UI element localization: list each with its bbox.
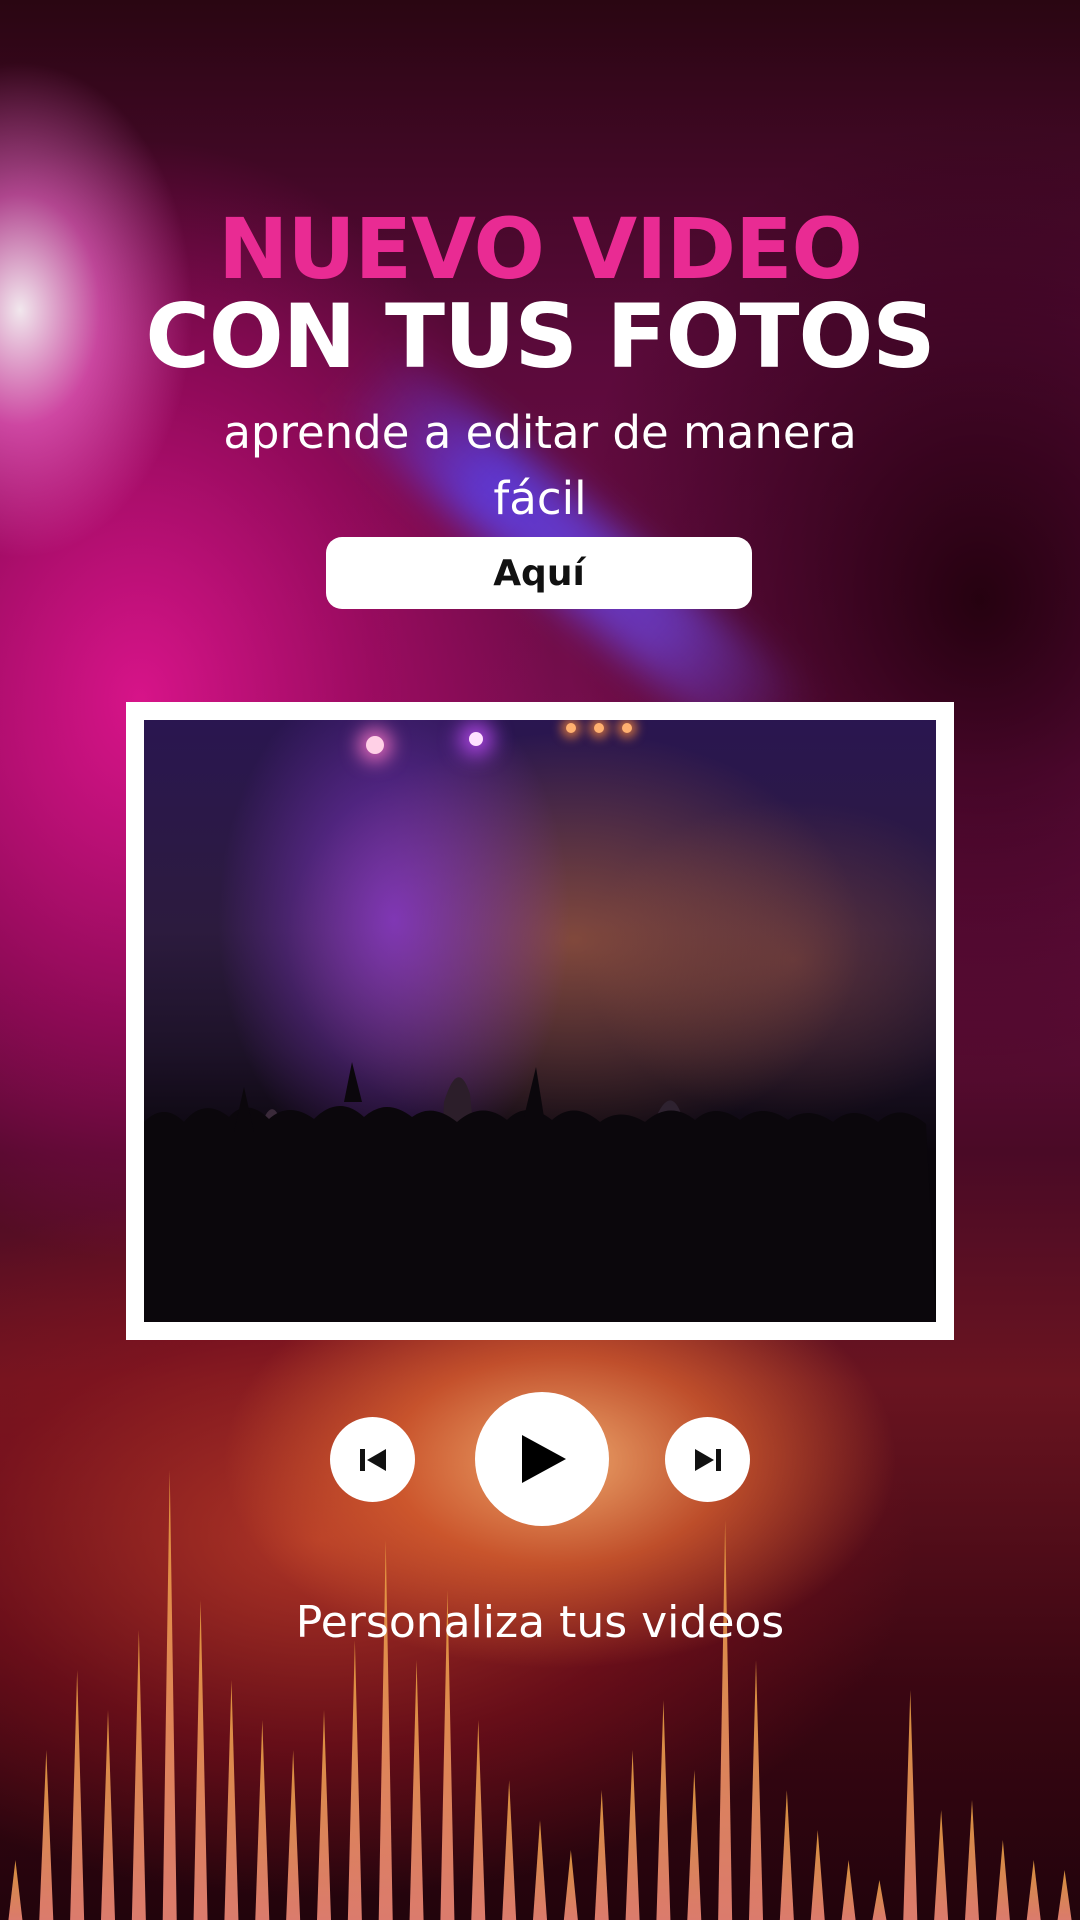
- waveform-spike: [471, 1720, 486, 1920]
- waveform-spike: [687, 1770, 702, 1920]
- waveform-spike: [718, 1520, 733, 1920]
- waveform-spike: [625, 1750, 640, 1920]
- waveform-spike: [409, 1660, 424, 1920]
- waveform-spike: [965, 1800, 979, 1920]
- play-icon: [522, 1435, 566, 1483]
- player-controls: [0, 1390, 1080, 1530]
- waveform-spike: [317, 1710, 331, 1920]
- waveform-spike: [502, 1780, 517, 1920]
- waveform-spike: [347, 1640, 362, 1920]
- previous-button[interactable]: [330, 1417, 415, 1502]
- stage-light: [566, 723, 576, 733]
- aqui-button[interactable]: Aquí: [326, 537, 752, 609]
- play-button[interactable]: [475, 1392, 609, 1526]
- waveform-spike: [872, 1880, 887, 1920]
- stage-light: [594, 723, 604, 733]
- video-frame: [126, 702, 954, 1340]
- waveform-spike: [810, 1830, 825, 1920]
- concert-video-thumbnail[interactable]: [144, 720, 936, 1322]
- waveform-spike: [563, 1850, 578, 1920]
- waveform-spike: [995, 1840, 1010, 1920]
- waveform-spike: [193, 1600, 208, 1920]
- crowd-silhouette: [144, 1062, 936, 1322]
- waveform-spike: [533, 1820, 547, 1920]
- waveform-spike: [1026, 1860, 1041, 1920]
- skip-next-icon: [694, 1448, 721, 1471]
- waveform-spike: [749, 1660, 763, 1920]
- waveform-spike: [286, 1750, 301, 1920]
- next-button[interactable]: [665, 1417, 750, 1502]
- waveform-spike: [8, 1860, 23, 1920]
- waveform-spike: [162, 1470, 177, 1920]
- waveform-spike: [101, 1710, 115, 1920]
- waveform-spike: [131, 1630, 146, 1920]
- waveform-spike: [903, 1690, 918, 1920]
- stage-light: [469, 732, 483, 746]
- waveform-spike: [841, 1860, 856, 1920]
- waveform-spike: [39, 1750, 54, 1920]
- skip-previous-icon: [359, 1448, 386, 1471]
- waveform-spike: [656, 1700, 671, 1920]
- waveform-spike: [70, 1670, 85, 1920]
- waveform-spike: [1057, 1870, 1072, 1920]
- headline-line-1: NUEVO VIDEO: [218, 200, 863, 298]
- waveform-spike: [224, 1680, 239, 1920]
- waveform-spike: [934, 1810, 949, 1920]
- waveform-spike: [594, 1790, 609, 1920]
- stage-light: [366, 736, 384, 754]
- waveform-spike: [779, 1790, 794, 1920]
- subtitle: aprende a editar de manera fácil: [223, 406, 857, 525]
- caption: Personaliza tus videos: [295, 1597, 785, 1648]
- headline-line-2: CON TUS FOTOS: [145, 285, 935, 388]
- waveform-spike: [255, 1720, 270, 1920]
- stage-light: [622, 723, 632, 733]
